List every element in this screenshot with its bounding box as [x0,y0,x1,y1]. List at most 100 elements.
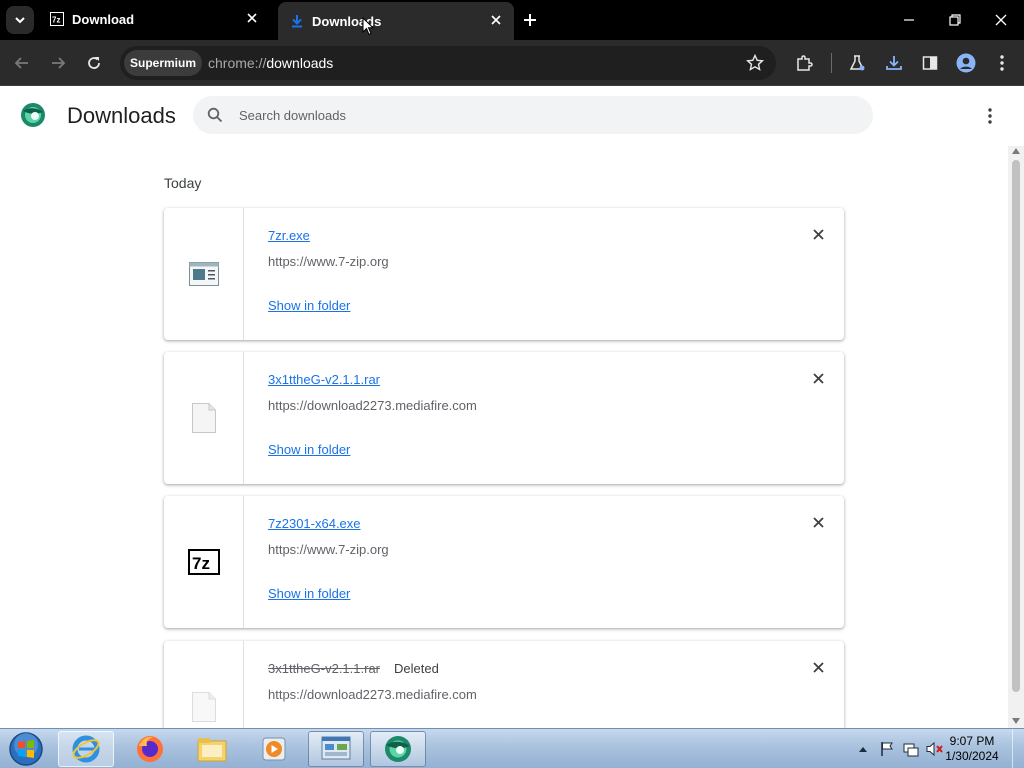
svg-text:7z: 7z [192,554,210,573]
control-panel-icon [321,736,351,760]
download-status-label: Deleted [394,661,439,676]
download-item: 7zr.exe https://www.7-zip.org Show in fo… [164,208,844,340]
windows-start-orb-icon [9,732,43,766]
action-center-flag-icon[interactable] [878,740,896,758]
tab-search-button[interactable] [6,6,34,34]
downloads-button[interactable] [882,51,906,75]
url-scheme: chrome:// [208,55,267,71]
labs-button[interactable] [845,51,869,75]
supermium-icon [385,736,411,762]
file-source-url: https://download2273.mediafire.com [268,398,477,413]
date-section-label: Today [164,175,202,191]
supermium-logo-icon [21,103,45,127]
show-desktop-button[interactable] [1012,729,1024,768]
svg-text:7z: 7z [52,16,60,25]
firefox-icon [137,736,163,762]
file-name-link[interactable]: 3x1ttheG-v2.1.1.rar [268,372,380,387]
taskbar-internet-explorer[interactable] [58,731,114,767]
taskbar-supermium[interactable] [370,731,426,767]
mouse-cursor-icon [362,17,374,36]
close-icon [995,14,1007,26]
file-icon-column [164,208,244,340]
file-name-link[interactable]: 7zr.exe [268,228,310,243]
blank-file-icon [191,692,216,722]
reload-button[interactable] [82,51,106,75]
reload-icon [88,57,100,69]
chevron-down-icon [15,17,25,24]
side-panel-icon [922,56,938,70]
extensions-button[interactable] [792,51,816,75]
forward-button[interactable] [46,51,70,75]
restore-button[interactable] [941,8,969,32]
address-bar[interactable]: Supermium chrome://downloads [120,46,776,80]
clock-time: 9:07 PM [949,734,995,748]
scroll-down-arrow-icon[interactable] [1012,718,1020,724]
executable-window-icon [188,262,219,286]
tab-downloads[interactable]: Downloads [278,2,514,40]
file-source-url: https://www.7-zip.org [268,542,389,557]
taskbar-control-panel[interactable] [308,731,364,767]
arrow-right-icon [52,57,66,69]
puzzle-icon [797,55,813,71]
taskbar-firefox[interactable] [122,731,178,767]
close-tab-icon[interactable] [488,12,504,28]
download-arrow-icon [290,14,304,28]
minimize-icon [904,19,914,21]
remove-from-list-icon[interactable] [810,370,826,386]
tab-strip: 7z Download Downloads [0,0,1024,40]
file-icon-column [164,641,244,728]
new-tab-button[interactable] [520,10,540,30]
tab-title: Download [72,12,135,27]
file-icon-column: 7z [164,496,244,628]
7zip-icon: 7z [187,549,220,575]
back-button[interactable] [10,51,34,75]
download-item: 7z 7z2301-x64.exe https://www.7-zip.org … [164,496,844,628]
show-in-folder-link[interactable]: Show in folder [268,586,350,601]
restore-icon [949,14,961,26]
browser-chip[interactable]: Supermium [124,50,203,76]
download-icon [886,56,902,70]
taskbar-file-explorer[interactable] [184,731,240,767]
download-item: 3x1ttheG-v2.1.1.rar https://download2273… [164,352,844,484]
profile-button[interactable] [954,51,978,75]
profile-avatar-icon [956,53,976,73]
taskbar-media-player[interactable] [246,731,302,767]
7zip-icon: 7z [50,12,64,26]
show-in-folder-link[interactable]: Show in folder [268,442,350,457]
remove-from-list-icon[interactable] [810,226,826,242]
system-tray [854,739,944,759]
scroll-up-arrow-icon[interactable] [1012,148,1020,154]
more-vert-icon [988,108,992,124]
file-name-link[interactable]: 7z2301-x64.exe [268,516,361,531]
remove-from-list-icon[interactable] [810,514,826,530]
side-panel-button[interactable] [918,51,942,75]
scrollbar-thumb[interactable] [1012,160,1020,692]
url-text[interactable]: chrome://downloads [208,55,333,71]
show-hidden-icons-icon[interactable] [854,740,872,758]
clock-date: 1/30/2024 [945,749,999,763]
file-source-url: https://www.7-zip.org [268,254,389,269]
url-path: downloads [266,55,334,71]
close-window-button[interactable] [987,8,1015,32]
show-in-folder-link[interactable]: Show in folder [268,298,350,313]
remove-from-list-icon[interactable] [810,659,826,675]
page-scrollbar[interactable] [1008,146,1024,728]
file-name-deleted: 3x1ttheG-v2.1.1.rar [268,661,380,676]
minimize-button[interactable] [895,8,923,32]
file-icon-column [164,352,244,484]
more-vert-icon [1000,55,1004,71]
search-downloads-box[interactable] [193,96,873,134]
bookmark-star-icon[interactable] [746,54,764,72]
blank-file-icon [191,403,216,433]
browser-menu-button[interactable] [990,51,1014,75]
taskbar-clock[interactable]: 9:07 PM 1/30/2024 [936,734,1008,764]
windows-taskbar: 9:07 PM 1/30/2024 [0,728,1024,768]
browser-toolbar: Supermium chrome://downloads [0,40,1024,86]
downloads-more-actions-button[interactable] [980,106,1000,126]
file-source-url: https://download2273.mediafire.com [268,687,477,702]
network-icon[interactable] [902,740,920,758]
tab-download[interactable]: 7z Download [38,0,270,40]
close-tab-icon[interactable] [244,10,260,26]
start-button[interactable] [6,731,46,767]
search-input[interactable] [239,105,839,125]
